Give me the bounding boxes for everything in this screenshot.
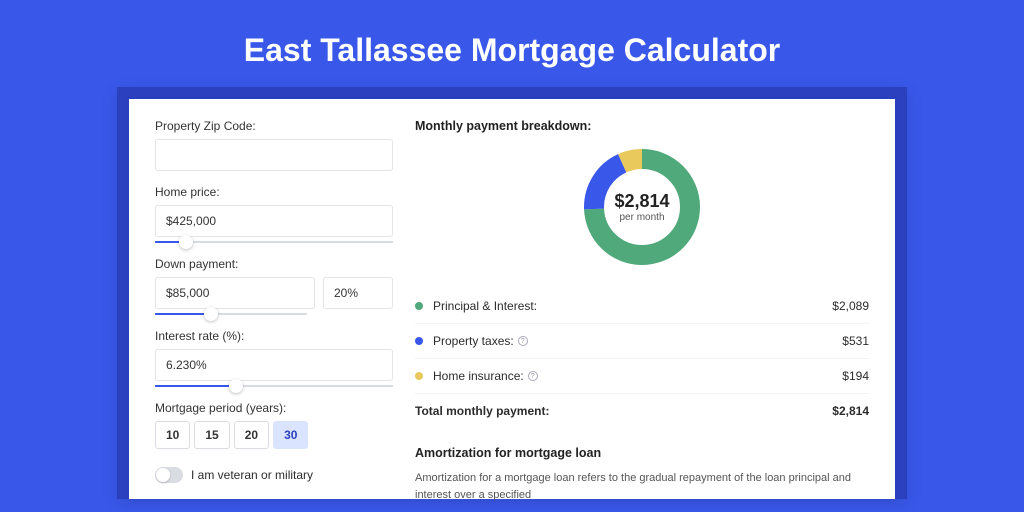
slider-thumb[interactable] <box>229 379 243 393</box>
legend-row-total: Total monthly payment: $2,814 <box>415 394 869 428</box>
toggle-knob <box>156 468 170 482</box>
veteran-row: I am veteran or military <box>155 467 393 483</box>
legend-label: Principal & Interest: <box>433 299 832 313</box>
period-btn-20[interactable]: 20 <box>234 421 269 449</box>
down-payment-pct-input[interactable] <box>323 277 393 309</box>
total-value: $2,814 <box>832 404 869 418</box>
info-icon[interactable]: ? <box>528 371 538 381</box>
zip-field-block: Property Zip Code: <box>155 119 393 171</box>
amortization-title: Amortization for mortgage loan <box>415 446 869 460</box>
interest-input[interactable] <box>155 349 393 381</box>
legend-value: $2,089 <box>832 299 869 313</box>
calculator-outer: Property Zip Code: Home price: Down paym… <box>117 87 907 499</box>
zip-input[interactable] <box>155 139 393 171</box>
donut-amount: $2,814 <box>614 191 669 212</box>
down-payment-block: Down payment: <box>155 257 393 315</box>
zip-label: Property Zip Code: <box>155 119 393 133</box>
home-price-input[interactable] <box>155 205 393 237</box>
home-price-block: Home price: <box>155 185 393 243</box>
info-icon[interactable]: ? <box>518 336 528 346</box>
donut-chart: $2,814 per month <box>582 147 702 267</box>
down-payment-label: Down payment: <box>155 257 393 271</box>
period-btn-30[interactable]: 30 <box>273 421 308 449</box>
slider-thumb[interactable] <box>179 235 193 249</box>
down-payment-slider[interactable] <box>155 313 307 315</box>
down-payment-input[interactable] <box>155 277 315 309</box>
interest-label: Interest rate (%): <box>155 329 393 343</box>
legend-value: $194 <box>842 369 869 383</box>
slider-thumb[interactable] <box>204 307 218 321</box>
veteran-label: I am veteran or military <box>191 468 313 482</box>
legend-label: Home insurance: ? <box>433 369 842 383</box>
legend-value: $531 <box>842 334 869 348</box>
period-buttons: 10 15 20 30 <box>155 421 393 449</box>
legend-label: Property taxes: ? <box>433 334 842 348</box>
interest-slider[interactable] <box>155 385 393 387</box>
dot-icon <box>415 372 423 380</box>
home-price-slider[interactable] <box>155 241 393 243</box>
home-price-label: Home price: <box>155 185 393 199</box>
dot-icon <box>415 337 423 345</box>
donut-sub: per month <box>619 212 664 223</box>
amortization-body: Amortization for a mortgage loan refers … <box>415 470 869 503</box>
page-title: East Tallassee Mortgage Calculator <box>0 0 1024 87</box>
veteran-toggle[interactable] <box>155 467 183 483</box>
period-block: Mortgage period (years): 10 15 20 30 <box>155 401 393 449</box>
legend-row-insurance: Home insurance: ? $194 <box>415 359 869 394</box>
legend-row-taxes: Property taxes: ? $531 <box>415 324 869 359</box>
period-label: Mortgage period (years): <box>155 401 393 415</box>
donut-center: $2,814 per month <box>582 147 702 267</box>
total-label: Total monthly payment: <box>415 404 832 418</box>
period-btn-10[interactable]: 10 <box>155 421 190 449</box>
form-panel: Property Zip Code: Home price: Down paym… <box>155 119 393 499</box>
dot-icon <box>415 302 423 310</box>
donut-wrap: $2,814 per month <box>415 147 869 267</box>
period-btn-15[interactable]: 15 <box>194 421 229 449</box>
interest-block: Interest rate (%): <box>155 329 393 387</box>
breakdown-panel: Monthly payment breakdown: $2,814 per mo… <box>415 119 869 499</box>
breakdown-title: Monthly payment breakdown: <box>415 119 869 133</box>
legend-row-principal: Principal & Interest: $2,089 <box>415 289 869 324</box>
calculator-card: Property Zip Code: Home price: Down paym… <box>129 99 895 499</box>
